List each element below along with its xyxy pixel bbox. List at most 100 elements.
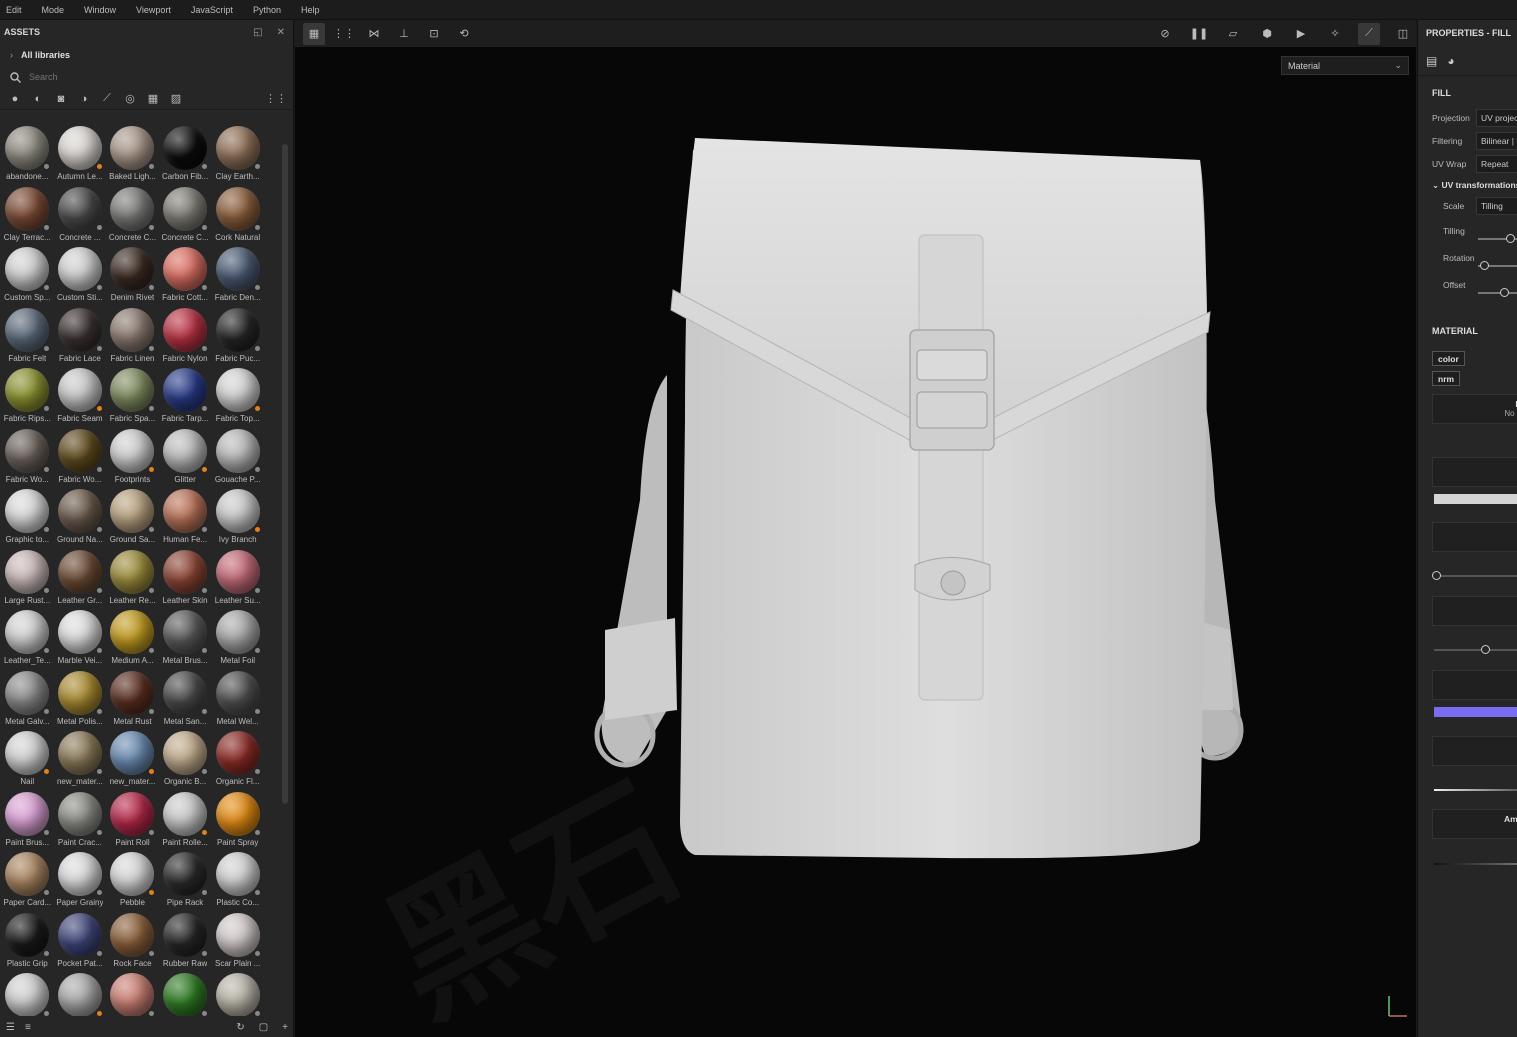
asset-tile[interactable]: Fabric Puc... xyxy=(211,306,264,367)
float-panel-icon[interactable]: ◱ xyxy=(253,27,262,38)
menu-item-edit[interactable]: Edit xyxy=(6,5,22,15)
search-input[interactable] xyxy=(29,72,229,82)
asset-tile[interactable]: Paint Spray xyxy=(211,790,264,851)
asset-tile[interactable]: Organic B... xyxy=(159,729,212,790)
asset-tile[interactable]: Fabric Rips... xyxy=(1,366,54,427)
asset-tile[interactable] xyxy=(211,971,264,1016)
normal-box[interactable]: uni xyxy=(1432,670,1517,700)
normal-color-swatch[interactable] xyxy=(1434,707,1517,717)
offset-slider[interactable] xyxy=(1478,292,1517,294)
asset-tile[interactable]: Concrete C... xyxy=(159,185,212,246)
asset-tile[interactable] xyxy=(1,971,54,1016)
asset-tile[interactable]: Leather Re... xyxy=(106,548,159,609)
filtering-select[interactable]: Bilinear | HQ xyxy=(1476,132,1517,150)
asset-tile[interactable]: Nail xyxy=(1,729,54,790)
offset-slider-knob[interactable] xyxy=(1500,288,1509,297)
asset-tile[interactable]: Fabric Nylon xyxy=(159,306,212,367)
pause-icon[interactable]: ❚❚ xyxy=(1188,23,1210,45)
asset-tile[interactable]: Metal Brus... xyxy=(159,608,212,669)
asset-tile[interactable]: Metal Polis... xyxy=(54,669,107,730)
asset-tile[interactable]: Pebble xyxy=(106,850,159,911)
asset-tile[interactable]: Fabric Wo... xyxy=(54,427,107,488)
base-color-box[interactable]: Ba uni xyxy=(1432,457,1517,487)
asset-tile[interactable]: Pocket Pat... xyxy=(54,911,107,972)
asset-tile[interactable]: Custom Sti... xyxy=(54,245,107,306)
asset-tile[interactable]: Concrete C... xyxy=(106,185,159,246)
library-selector[interactable]: › All libraries xyxy=(0,44,293,66)
asset-tile[interactable]: Metal Galv... xyxy=(1,669,54,730)
mirror-icon[interactable]: ⋈ xyxy=(363,23,385,45)
asset-tile[interactable]: Fabric Wo... xyxy=(1,427,54,488)
rotation-slider-knob[interactable] xyxy=(1480,261,1489,270)
asset-tile[interactable]: Human Fe... xyxy=(159,487,212,548)
camera-icon[interactable]: ▶ xyxy=(1290,23,1312,45)
menu-item-window[interactable]: Window xyxy=(84,5,116,15)
asset-tile[interactable]: Ground Sa... xyxy=(106,487,159,548)
hide-icon[interactable]: ⊘ xyxy=(1154,23,1176,45)
asset-tile[interactable]: Paint Rolle... xyxy=(159,790,212,851)
history-icon[interactable]: ⟲ xyxy=(453,23,475,45)
screenshot-icon[interactable]: ◫ xyxy=(1392,23,1414,45)
height-slider[interactable] xyxy=(1434,575,1517,577)
asset-tile[interactable]: Fabric Spa... xyxy=(106,366,159,427)
asset-tile[interactable]: Paint Brus... xyxy=(1,790,54,851)
asset-tile[interactable]: Autumn Le... xyxy=(54,124,107,185)
asset-tile[interactable]: Concrete ... xyxy=(54,185,107,246)
new-folder-icon[interactable]: ▢ xyxy=(259,1022,268,1033)
tools-icon[interactable]: ✧ xyxy=(1324,23,1346,45)
asset-tile[interactable]: Pipe Rack xyxy=(159,850,212,911)
asset-tile[interactable]: Fabric Felt xyxy=(1,306,54,367)
asset-tile[interactable]: Glitter xyxy=(159,427,212,488)
asset-tile[interactable]: Paint Crac... xyxy=(54,790,107,851)
normal-channel-chip[interactable]: nrm xyxy=(1432,371,1461,386)
menu-item-python[interactable]: Python xyxy=(253,5,281,15)
asset-tile[interactable]: Marble Vei... xyxy=(54,608,107,669)
grid-icon[interactable]: ▦ xyxy=(303,22,325,45)
asset-tile[interactable]: Clay Terrac... xyxy=(1,185,54,246)
grid-view-icon[interactable]: ⋮⋮ xyxy=(265,92,287,106)
environment-filter-icon[interactable]: ▨ xyxy=(169,92,183,106)
asset-tile[interactable]: Graphic to... xyxy=(1,487,54,548)
asset-tile[interactable]: Leather Skin xyxy=(159,548,212,609)
projection-select[interactable]: UV projection xyxy=(1476,109,1517,127)
asset-tile[interactable] xyxy=(159,971,212,1016)
refresh-icon[interactable]: ↻ xyxy=(236,1022,244,1033)
asset-tile[interactable]: abandone... xyxy=(1,124,54,185)
asset-tile[interactable]: Footprints xyxy=(106,427,159,488)
height-slider-knob[interactable] xyxy=(1432,571,1441,580)
list-view-icon[interactable]: ☰ xyxy=(6,1022,15,1033)
view-3d-icon[interactable]: ⬢ xyxy=(1256,23,1278,45)
frame-icon[interactable]: ⊡ xyxy=(423,23,445,45)
asset-tile[interactable]: Fabric Lace xyxy=(54,306,107,367)
menu-item-viewport[interactable]: Viewport xyxy=(136,5,171,15)
metallic-box[interactable]: uni xyxy=(1432,736,1517,766)
asset-tile[interactable]: Organic Fl... xyxy=(211,729,264,790)
asset-tile[interactable]: Leather Gr... xyxy=(54,548,107,609)
asset-tile[interactable]: Fabric Top... xyxy=(211,366,264,427)
menu-item-javascript[interactable]: JavaScript xyxy=(191,5,233,15)
paint-brush-icon[interactable]: ⟋ xyxy=(1358,22,1380,45)
brush-filter-icon[interactable]: ⟋ xyxy=(100,92,114,106)
asset-tile[interactable]: Medium A... xyxy=(106,608,159,669)
close-icon[interactable]: ✕ xyxy=(277,27,285,38)
metallic-slider[interactable] xyxy=(1434,789,1517,791)
asset-tile[interactable]: Paint Roll xyxy=(106,790,159,851)
asset-tile[interactable]: Scar Plain ... xyxy=(211,911,264,972)
align-icon[interactable]: ⊥ xyxy=(393,23,415,45)
viewport-mode-select[interactable]: Material ⌄ xyxy=(1281,56,1409,75)
asset-tile[interactable]: Clay Earth... xyxy=(211,124,264,185)
asset-tile[interactable]: Plastic Grip xyxy=(1,911,54,972)
asset-tile[interactable]: new_mater... xyxy=(106,729,159,790)
particle-filter-icon[interactable]: ◎ xyxy=(123,92,137,106)
asset-tile[interactable]: Fabric Den... xyxy=(211,245,264,306)
material-tab-icon[interactable]: ◕ xyxy=(1447,54,1454,68)
asset-tile[interactable]: Metal San... xyxy=(159,669,212,730)
asset-tile[interactable] xyxy=(54,971,107,1016)
viewport[interactable]: ▦ ⋮⋮ ⋈ ⊥ ⊡ ⟲ ⊘ ❚❚ ▱ ⬢ ▶ ✧ ⟋ ◫ Material ⌄ xyxy=(295,20,1416,1037)
color-channel-chip[interactable]: color xyxy=(1432,351,1465,366)
asset-tile[interactable]: Metal Foil xyxy=(211,608,264,669)
menu-item-mode[interactable]: Mode xyxy=(42,5,65,15)
texture-filter-icon[interactable]: ▦ xyxy=(146,92,160,106)
roughness-box[interactable]: Ro uni xyxy=(1432,596,1517,626)
menu-item-help[interactable]: Help xyxy=(301,5,320,15)
